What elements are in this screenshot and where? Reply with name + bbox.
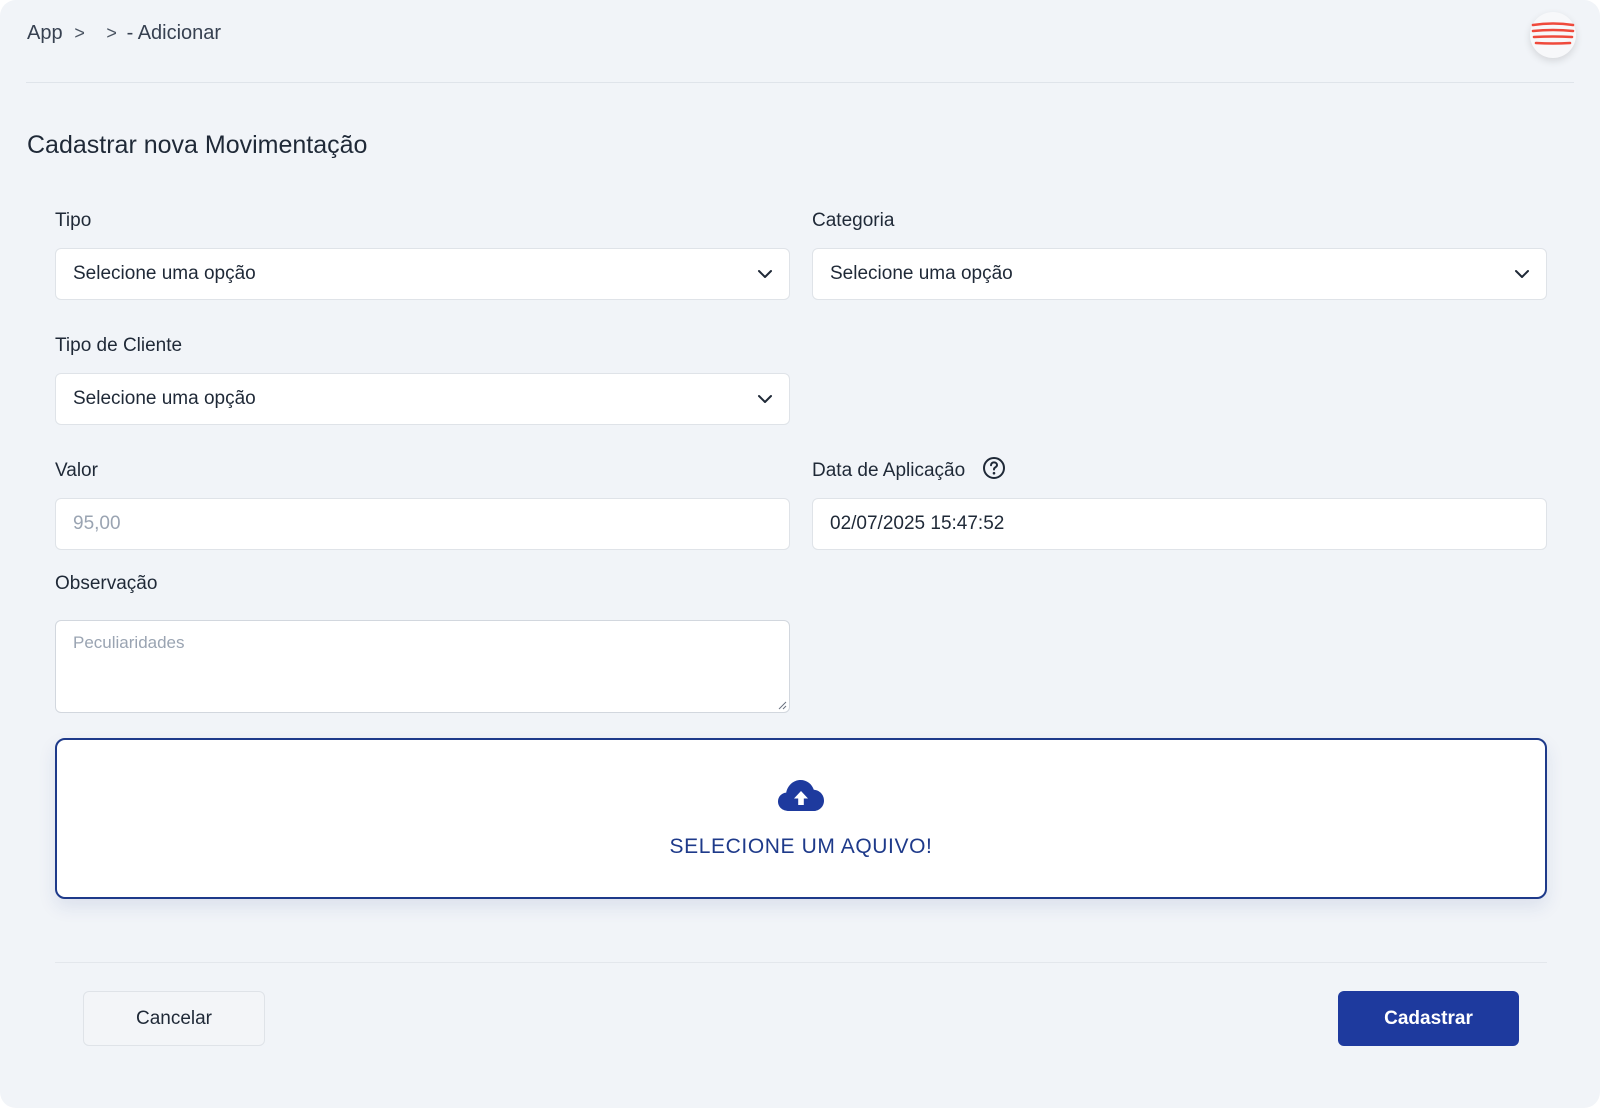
tipo-cliente-select-value: Selecione uma opção [73,388,256,409]
chevron-down-icon [1515,270,1529,278]
observacao-placeholder: Peculiaridades [73,633,185,652]
chevron-right-icon: > [106,23,117,43]
breadcrumb: App > > - Adicionar [27,22,221,45]
page-title: Cadastrar nova Movimentação [27,131,368,159]
resize-grip-icon[interactable] [777,700,787,710]
observacao-textarea[interactable]: Peculiaridades [55,620,790,713]
tipo-cliente-select[interactable]: Selecione uma opção [55,373,790,425]
categoria-select-value: Selecione uma opção [830,263,1013,284]
data-aplicacao-input[interactable]: 02/07/2025 15:47:52 [812,498,1547,550]
categoria-label: Categoria [812,210,895,231]
question-circle-icon[interactable] [982,456,1006,480]
valor-input[interactable]: 95,00 [55,498,790,550]
tipo-cliente-label: Tipo de Cliente [55,335,183,356]
categoria-select[interactable]: Selecione uma opção [812,248,1547,300]
footer-divider [55,962,1547,963]
cancel-button[interactable]: Cancelar [83,991,265,1046]
submit-button[interactable]: Cadastrar [1338,991,1519,1046]
chevron-down-icon [758,270,772,278]
hamburger-menu-icon [1531,22,1575,45]
tipo-select-value: Selecione uma opção [73,263,256,284]
upload-label: SELECIONE UM AQUIVO! [669,835,933,858]
data-aplicacao-label: Data de Aplicação [812,460,966,481]
chevron-right-icon: > [74,23,85,43]
valor-label: Valor [55,460,98,481]
app-frame: App > > - Adicionar Cadastrar nova Movim… [0,0,1600,1108]
breadcrumb-item-current: - Adicionar [126,22,222,44]
menu-button[interactable] [1530,12,1576,58]
observacao-label: Observação [55,573,158,594]
breadcrumb-item-app[interactable]: App [27,22,63,45]
tipo-label: Tipo [55,210,92,231]
tipo-select[interactable]: Selecione uma opção [55,248,790,300]
valor-placeholder: 95,00 [73,513,121,534]
top-bar: App > > - Adicionar [26,0,1576,83]
file-upload-dropzone[interactable]: SELECIONE UM AQUIVO! [55,738,1547,899]
chevron-down-icon [758,395,772,403]
data-aplicacao-value: 02/07/2025 15:47:52 [830,513,1005,534]
cloud-upload-icon [778,780,824,811]
